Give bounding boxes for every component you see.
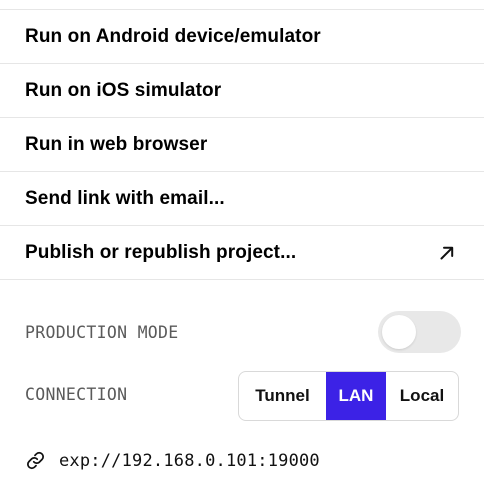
menu-item-label: Run on iOS simulator [25,79,222,101]
expo-url-row[interactable]: exp://192.168.0.101:19000 [25,450,320,471]
production-mode-toggle[interactable] [378,311,461,353]
connection-label: CONNECTION [25,385,128,404]
expo-url-text: exp://192.168.0.101:19000 [59,450,320,471]
menu-item-label: Run on Android device/emulator [25,25,321,47]
menu-item-label: Send link with email... [25,187,225,209]
publish-project-item[interactable]: Publish or republish project... [0,226,484,280]
external-arrow-icon [440,246,454,260]
connection-option-local[interactable]: Local [386,372,458,420]
run-ios-item[interactable]: Run on iOS simulator [0,64,484,118]
link-icon [27,451,44,470]
expo-devtools-panel: Run on Android device/emulator Run on iO… [0,0,484,488]
production-mode-label: PRODUCTION MODE [25,323,179,342]
toggle-knob [382,315,416,349]
menu-item-label: Publish or republish project... [25,241,297,263]
run-web-item[interactable]: Run in web browser [0,118,484,172]
connection-option-lan[interactable]: LAN [326,372,386,420]
send-link-item[interactable]: Send link with email... [0,172,484,226]
run-android-item[interactable]: Run on Android device/emulator [0,10,484,64]
menu-item-label: Run in web browser [25,133,208,155]
run-options-menu: Run on Android device/emulator Run on iO… [0,10,484,280]
connection-selector: Tunnel LAN Local [238,371,459,421]
connection-option-tunnel[interactable]: Tunnel [239,372,326,420]
